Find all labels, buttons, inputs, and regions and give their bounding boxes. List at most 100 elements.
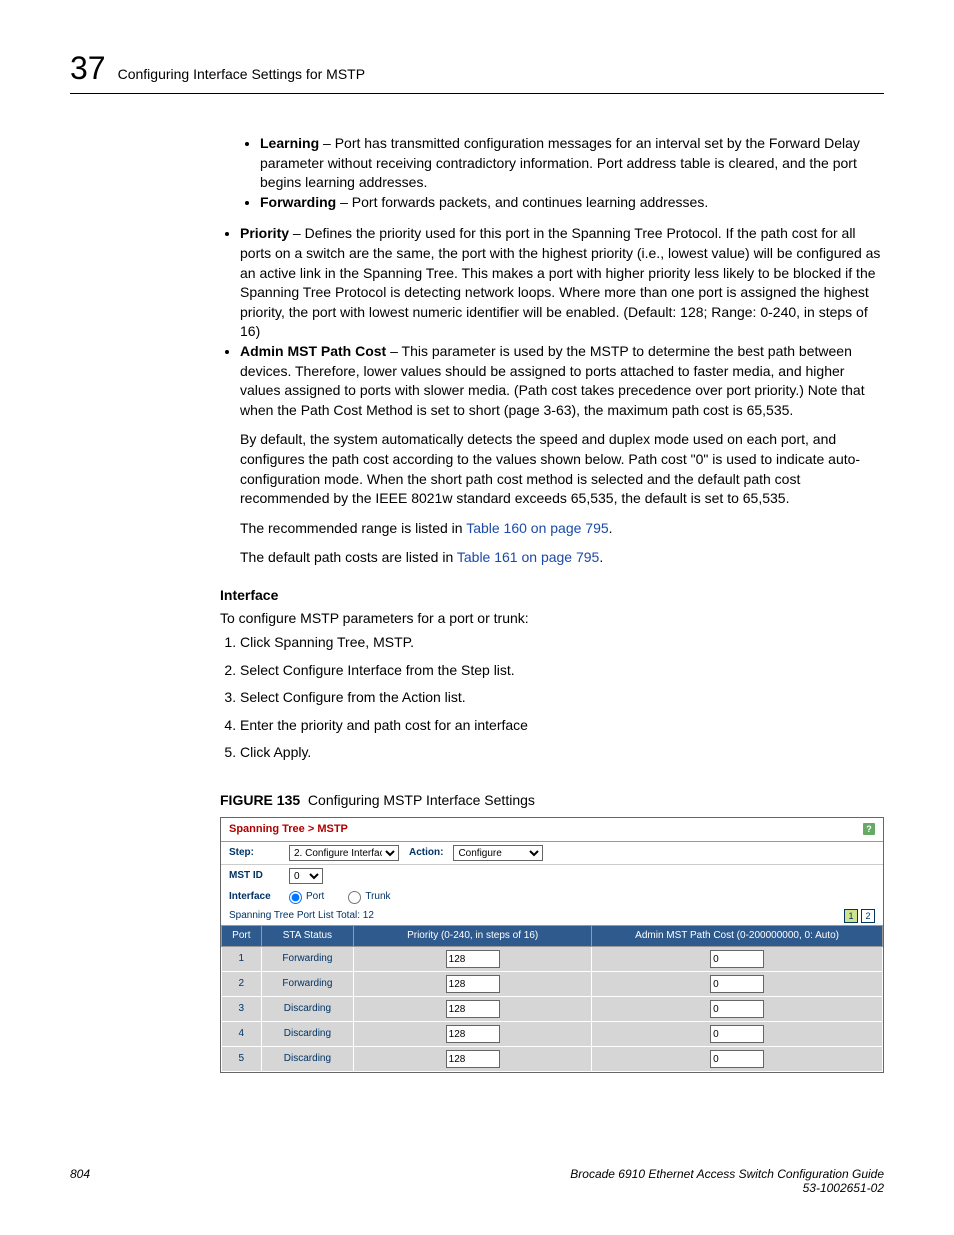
cell-cost: [592, 1022, 883, 1047]
page-number: 804: [70, 1167, 90, 1195]
page-header: 37 Configuring Interface Settings for MS…: [70, 50, 884, 94]
col-port: Port: [222, 926, 262, 947]
cell-priority: [354, 1047, 592, 1072]
ui-breadcrumb-bar: Spanning Tree > MSTP ?: [221, 818, 883, 842]
link-table-161[interactable]: Table 161 on page 795: [457, 549, 599, 565]
mstid-select[interactable]: 0: [289, 868, 323, 884]
chapter-number: 37: [70, 50, 106, 87]
link-table-160[interactable]: Table 160 on page 795: [466, 520, 608, 536]
cell-port: 4: [222, 1022, 262, 1047]
text: The recommended range is listed in: [240, 520, 466, 536]
step-label: Step:: [229, 846, 279, 860]
table-row: 5Discarding: [222, 1047, 883, 1072]
cell-cost: [592, 997, 883, 1022]
doc-number: 53-1002651-02: [803, 1181, 884, 1195]
cell-port: 3: [222, 997, 262, 1022]
section-interface-heading: Interface: [220, 586, 884, 606]
table-header-row: Port STA Status Priority (0-240, in step…: [222, 926, 883, 947]
term: Admin MST Path Cost: [240, 343, 386, 359]
para-recommended: The recommended range is listed in Table…: [240, 519, 884, 539]
cell-status: Discarding: [261, 997, 354, 1022]
table-row: 2Forwarding: [222, 972, 883, 997]
radio-port[interactable]: Port: [289, 890, 324, 904]
radio-port-label: Port: [306, 890, 324, 904]
step-1: Click Spanning Tree, MSTP.: [240, 629, 884, 657]
inner-bullet-list: Learning – Port has transmitted configur…: [240, 134, 884, 212]
radio-trunk-input[interactable]: [348, 891, 361, 904]
action-label: Action:: [409, 846, 443, 860]
ui-step-row: Step: 2. Configure Interface Action: Con…: [221, 842, 883, 864]
interface-steps: Click Spanning Tree, MSTP. Select Config…: [220, 629, 884, 767]
port-list-header: Spanning Tree Port List Total: 12 1 2: [221, 907, 883, 925]
cost-input[interactable]: [710, 1050, 764, 1068]
port-table: Port STA Status Priority (0-240, in step…: [221, 925, 883, 1072]
text: – Port forwards packets, and continues l…: [336, 194, 708, 210]
priority-input[interactable]: [446, 1025, 500, 1043]
priority-input[interactable]: [446, 950, 500, 968]
guide-title: Brocade 6910 Ethernet Access Switch Conf…: [570, 1167, 884, 1181]
help-icon[interactable]: ?: [863, 823, 875, 835]
cell-cost: [592, 947, 883, 972]
bullet-learning: Learning – Port has transmitted configur…: [260, 134, 884, 193]
step-4: Enter the priority and path cost for an …: [240, 712, 884, 740]
cell-status: Forwarding: [261, 972, 354, 997]
chapter-title: Configuring Interface Settings for MSTP: [118, 66, 365, 82]
cell-priority: [354, 997, 592, 1022]
priority-input[interactable]: [446, 1050, 500, 1068]
text: The default path costs are listed in: [240, 549, 457, 565]
bullet-forwarding: Forwarding – Port forwards packets, and …: [260, 193, 884, 213]
table-row: 4Discarding: [222, 1022, 883, 1047]
interface-label: Interface: [229, 890, 279, 904]
col-cost: Admin MST Path Cost (0-200000000, 0: Aut…: [592, 926, 883, 947]
step-2: Select Configure Interface from the Step…: [240, 657, 884, 685]
cell-status: Discarding: [261, 1047, 354, 1072]
para-autoconfig: By default, the system automatically det…: [240, 430, 884, 508]
cost-input[interactable]: [710, 1000, 764, 1018]
cell-port: 5: [222, 1047, 262, 1072]
step-3: Select Configure from the Action list.: [240, 684, 884, 712]
figure-caption: FIGURE 135 Configuring MSTP Interface Se…: [220, 791, 884, 811]
pager-page-1[interactable]: 1: [844, 909, 858, 923]
priority-input[interactable]: [446, 975, 500, 993]
interface-intro: To configure MSTP parameters for a port …: [220, 609, 884, 629]
priority-input[interactable]: [446, 1000, 500, 1018]
ui-breadcrumb: Spanning Tree > MSTP: [229, 822, 348, 837]
para-default: The default path costs are listed in Tab…: [240, 548, 884, 568]
term: Forwarding: [260, 194, 336, 210]
step-5: Click Apply.: [240, 739, 884, 767]
radio-port-input[interactable]: [289, 891, 302, 904]
page-footer: 804 Brocade 6910 Ethernet Access Switch …: [70, 1167, 884, 1195]
cost-input[interactable]: [710, 1025, 764, 1043]
cell-status: Discarding: [261, 1022, 354, 1047]
text: – Port has transmitted configuration mes…: [260, 135, 860, 190]
text: – Defines the priority used for this por…: [240, 225, 880, 339]
port-list-title: Spanning Tree Port List Total: 12: [229, 909, 374, 923]
pager: 1 2: [844, 909, 875, 923]
cell-priority: [354, 972, 592, 997]
cell-priority: [354, 1022, 592, 1047]
cell-cost: [592, 1047, 883, 1072]
table-row: 1Forwarding: [222, 947, 883, 972]
table-row: 3Discarding: [222, 997, 883, 1022]
radio-trunk[interactable]: Trunk: [348, 890, 390, 904]
term: Learning: [260, 135, 319, 151]
outer-bullet-list: Priority – Defines the priority used for…: [220, 224, 884, 568]
pager-page-2[interactable]: 2: [861, 909, 875, 923]
ui-mstid-row: MST ID 0: [221, 865, 883, 887]
cell-port: 1: [222, 947, 262, 972]
col-status: STA Status: [261, 926, 354, 947]
cell-status: Forwarding: [261, 947, 354, 972]
ui-interface-row: Interface Port Trunk: [221, 887, 883, 907]
cost-input[interactable]: [710, 950, 764, 968]
mstid-label: MST ID: [229, 869, 279, 883]
cost-input[interactable]: [710, 975, 764, 993]
cell-priority: [354, 947, 592, 972]
step-select[interactable]: 2. Configure Interface: [289, 845, 399, 861]
bullet-admin-cost: Admin MST Path Cost – This parameter is …: [240, 342, 884, 568]
term: Priority: [240, 225, 289, 241]
cell-port: 2: [222, 972, 262, 997]
bullet-priority: Priority – Defines the priority used for…: [240, 224, 884, 342]
col-priority: Priority (0-240, in steps of 16): [354, 926, 592, 947]
action-select[interactable]: Configure: [453, 845, 543, 861]
cell-cost: [592, 972, 883, 997]
